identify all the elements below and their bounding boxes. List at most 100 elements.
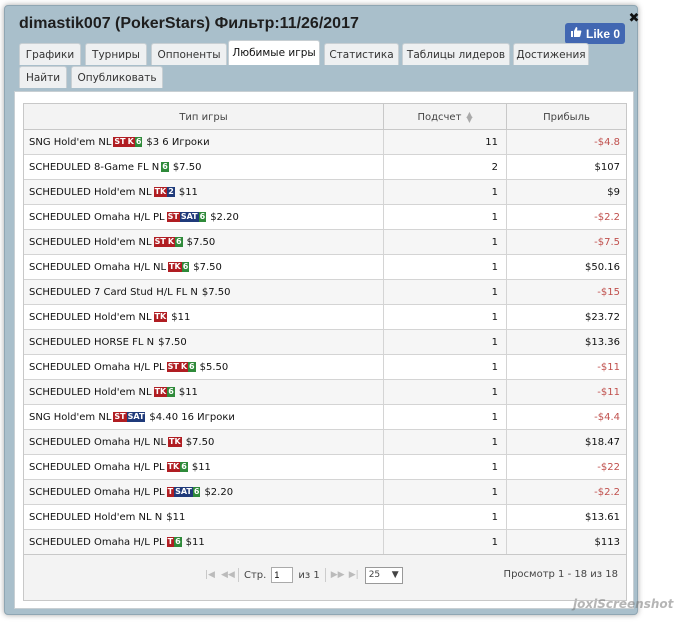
table-row[interactable]: SCHEDULED Omaha H/L PL TK 6 $11 1 -$22	[24, 455, 626, 480]
tab-5[interactable]: Таблицы лидеров	[402, 43, 510, 65]
count-cell: 1	[384, 430, 507, 454]
table-row[interactable]: SNG Hold'em NL ST K 6 $3 6 Игроки 11 -$4.8	[24, 130, 626, 155]
profit-cell: $18.47	[585, 436, 620, 448]
game-badge-icon: K	[126, 137, 135, 147]
game-badge-icon: K	[179, 362, 189, 372]
rows-per-page-select[interactable]: 25 ▼	[364, 566, 403, 584]
table-row[interactable]: SCHEDULED Omaha H/L NL TK 6 $7.50 1 $50.16	[24, 255, 626, 280]
facebook-like-button[interactable]: Like 0	[565, 23, 625, 44]
table-row[interactable]: SCHEDULED Omaha H/L PL T SAT 6 $2.20 1 -$2.2	[24, 480, 626, 505]
game-type-cell: SCHEDULED Omaha H/L NL TK $7.50	[24, 430, 384, 454]
game-badges: TK 6	[153, 387, 175, 397]
game-badge-icon: ST	[113, 412, 127, 422]
tab-4[interactable]: Статистика	[324, 43, 399, 65]
game-badges: 6	[161, 162, 169, 172]
profit-cell: -$2.2	[594, 486, 620, 498]
game-badge-icon: TK	[166, 462, 181, 472]
game-name: SNG Hold'em NL	[29, 136, 112, 148]
screenshot-watermark: joxiScreenshot	[573, 597, 674, 611]
game-badges: TK	[153, 312, 168, 322]
table-row[interactable]: SCHEDULED Omaha H/L NL TK $7.50 1 $18.47	[24, 430, 626, 455]
profit-cell: -$22	[597, 461, 620, 473]
tab-0[interactable]: Графики	[19, 43, 81, 65]
table-row[interactable]: SCHEDULED 7 Card Stud H/L FL N $7.50 1 -$15	[24, 280, 626, 305]
game-name: SCHEDULED Omaha H/L NL	[29, 261, 167, 273]
header-count[interactable]: Подсчет ▲ ▼	[384, 104, 507, 130]
table-row[interactable]: SCHEDULED Hold'em NL TK 2 $11 1 $9	[24, 180, 626, 205]
game-name: SCHEDULED 7 Card Stud H/L FL N	[29, 286, 198, 298]
tab-7[interactable]: Найти	[19, 66, 67, 88]
game-badge-icon: 6	[181, 262, 190, 272]
count-cell: 1	[384, 380, 507, 404]
header-profit[interactable]: Прибыль	[507, 104, 626, 130]
game-badge-icon: ST	[166, 212, 180, 222]
game-badge-icon: ST	[166, 362, 180, 372]
count-cell: 11	[384, 130, 507, 154]
tab-1[interactable]: Турниры	[85, 43, 147, 65]
profit-cell: -$2.2	[594, 211, 620, 223]
table-row[interactable]: SCHEDULED Hold'em NL N $11 1 $13.61	[24, 505, 626, 530]
game-stake: $3 6 Игроки	[146, 136, 210, 148]
table-row[interactable]: SCHEDULED Omaha H/L PL ST SAT 6 $2.20 1 -$2.2	[24, 205, 626, 230]
game-badge-icon: 6	[198, 212, 207, 222]
table-row[interactable]: SCHEDULED Hold'em NL ST K 6 $7.50 1 -$7.5	[24, 230, 626, 255]
game-name: SNG Hold'em NL	[29, 411, 112, 423]
favorite-games-grid: Тип игры Подсчет ▲ ▼ Прибыль SNG Hold'em …	[23, 103, 627, 601]
page-number-input[interactable]	[271, 567, 294, 583]
pager-divider	[324, 568, 326, 582]
game-badge-icon: ST	[113, 137, 127, 147]
tab-3[interactable]: Любимые игры	[228, 40, 320, 65]
game-stake: $2.20	[210, 211, 239, 223]
table-row[interactable]: SNG Hold'em NL ST SAT $4.40 16 Игроки 1 -$4.4	[24, 405, 626, 430]
first-page-icon[interactable]: |◀	[204, 570, 216, 580]
game-badge-icon: 2	[167, 187, 175, 197]
game-name: SCHEDULED Hold'em NL	[29, 186, 152, 198]
count-cell: 2	[384, 155, 507, 179]
count-cell: 1	[384, 330, 507, 354]
window-title: dimastik007 (PokerStars) Фильтр:11/26/20…	[19, 15, 359, 32]
profit-cell: -$15	[597, 286, 620, 298]
game-stake: $11	[178, 186, 198, 198]
count-cell: 1	[384, 455, 507, 479]
count-cell: 1	[384, 405, 507, 429]
count-cell: 1	[384, 305, 507, 329]
game-type-cell: SCHEDULED Hold'em NL TK 2 $11	[24, 180, 384, 204]
game-badge-icon: 6	[174, 537, 182, 547]
game-name: SCHEDULED Omaha H/L PL	[29, 361, 165, 373]
game-badge-icon: 6	[188, 362, 196, 372]
game-name: SCHEDULED Omaha H/L PL	[29, 486, 165, 498]
profit-cell: $50.16	[585, 261, 620, 273]
last-page-icon[interactable]: ▶|	[348, 570, 360, 580]
table-row[interactable]: SCHEDULED Omaha H/L PL T 6 $11 1 $113	[24, 530, 626, 555]
game-badge-icon: K	[166, 237, 176, 247]
next-page-icon[interactable]: ▶▶	[331, 570, 345, 580]
table-row[interactable]: SCHEDULED Hold'em NL TK $11 1 $23.72	[24, 305, 626, 330]
game-badge-icon: SAT	[126, 412, 146, 422]
game-type-cell: SCHEDULED Hold'em NL ST K 6 $7.50	[24, 230, 384, 254]
profit-cell: -$4.8	[594, 136, 620, 148]
tab-6[interactable]: Достижения	[513, 43, 589, 65]
table-row[interactable]: SCHEDULED HORSE FL N $7.50 1 $13.36	[24, 330, 626, 355]
game-badge-icon: 6	[192, 487, 201, 497]
game-badges: TK 2	[153, 187, 175, 197]
table-row[interactable]: SCHEDULED Omaha H/L PL ST K 6 $5.50 1 -$11	[24, 355, 626, 380]
tab-8[interactable]: Опубликовать	[71, 66, 163, 88]
profit-cell: -$11	[597, 386, 620, 398]
game-badges: TK	[168, 437, 182, 447]
game-type-cell: SCHEDULED Omaha H/L PL ST K 6 $5.50	[24, 355, 384, 379]
game-stake: $7.50	[172, 161, 202, 173]
table-row[interactable]: SCHEDULED Hold'em NL TK 6 $11 1 -$11	[24, 380, 626, 405]
prev-page-icon[interactable]: ◀◀	[221, 570, 235, 580]
header-game-type[interactable]: Тип игры	[24, 104, 384, 130]
game-name: SCHEDULED Omaha H/L PL	[29, 211, 165, 223]
game-badges: STSAT	[113, 412, 146, 422]
game-type-cell: SCHEDULED Omaha H/L PL T SAT 6 $2.20	[24, 480, 384, 504]
game-stake: $5.50	[199, 361, 229, 373]
tab-2[interactable]: Оппоненты	[151, 43, 227, 65]
profit-cell: -$7.5	[594, 236, 620, 248]
profit-cell: -$11	[597, 361, 620, 373]
close-icon[interactable]: ✖	[628, 12, 640, 25]
table-row[interactable]: SCHEDULED 8-Game FL N 6 $7.50 2 $107	[24, 155, 626, 180]
profit-cell: $23.72	[585, 311, 620, 323]
game-badge-icon: TK	[153, 187, 168, 197]
